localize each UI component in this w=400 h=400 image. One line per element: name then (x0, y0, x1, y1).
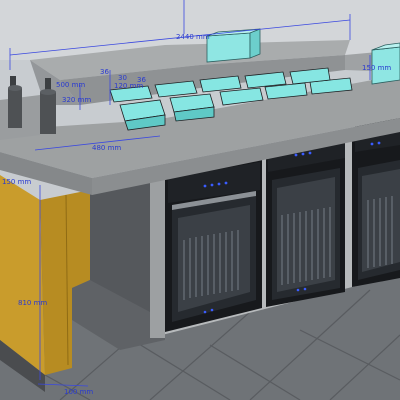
dim-depth-480: 480 mm (92, 144, 121, 152)
dim-right-150: 150 mm (362, 64, 391, 72)
steel-cabinet-edge (150, 170, 165, 338)
dim-overall-width: 2440 mm (176, 33, 210, 41)
dim-left-500: 500 mm (56, 81, 85, 89)
dim-top-30: 30 (118, 74, 127, 82)
dim-height-810: 810 mm (18, 299, 47, 307)
dim-side-150: 150 mm (2, 178, 31, 186)
dim-left-36: 36 (100, 68, 109, 76)
dim-left-320: 320 mm (62, 96, 91, 104)
sterilizer-unit-1 (165, 155, 262, 332)
dim-bin-120: 120 mm (114, 82, 143, 90)
kitchen-counter-render: 2440 mm 500 mm 36 30 36 120 mm 320 mm 48… (0, 0, 400, 400)
rendered-scene: 2440 mm 500 mm 36 30 36 120 mm 320 mm 48… (0, 0, 400, 400)
sterilizer-unit-3 (352, 118, 400, 287)
dim-base-100: 100 mm (64, 388, 93, 396)
